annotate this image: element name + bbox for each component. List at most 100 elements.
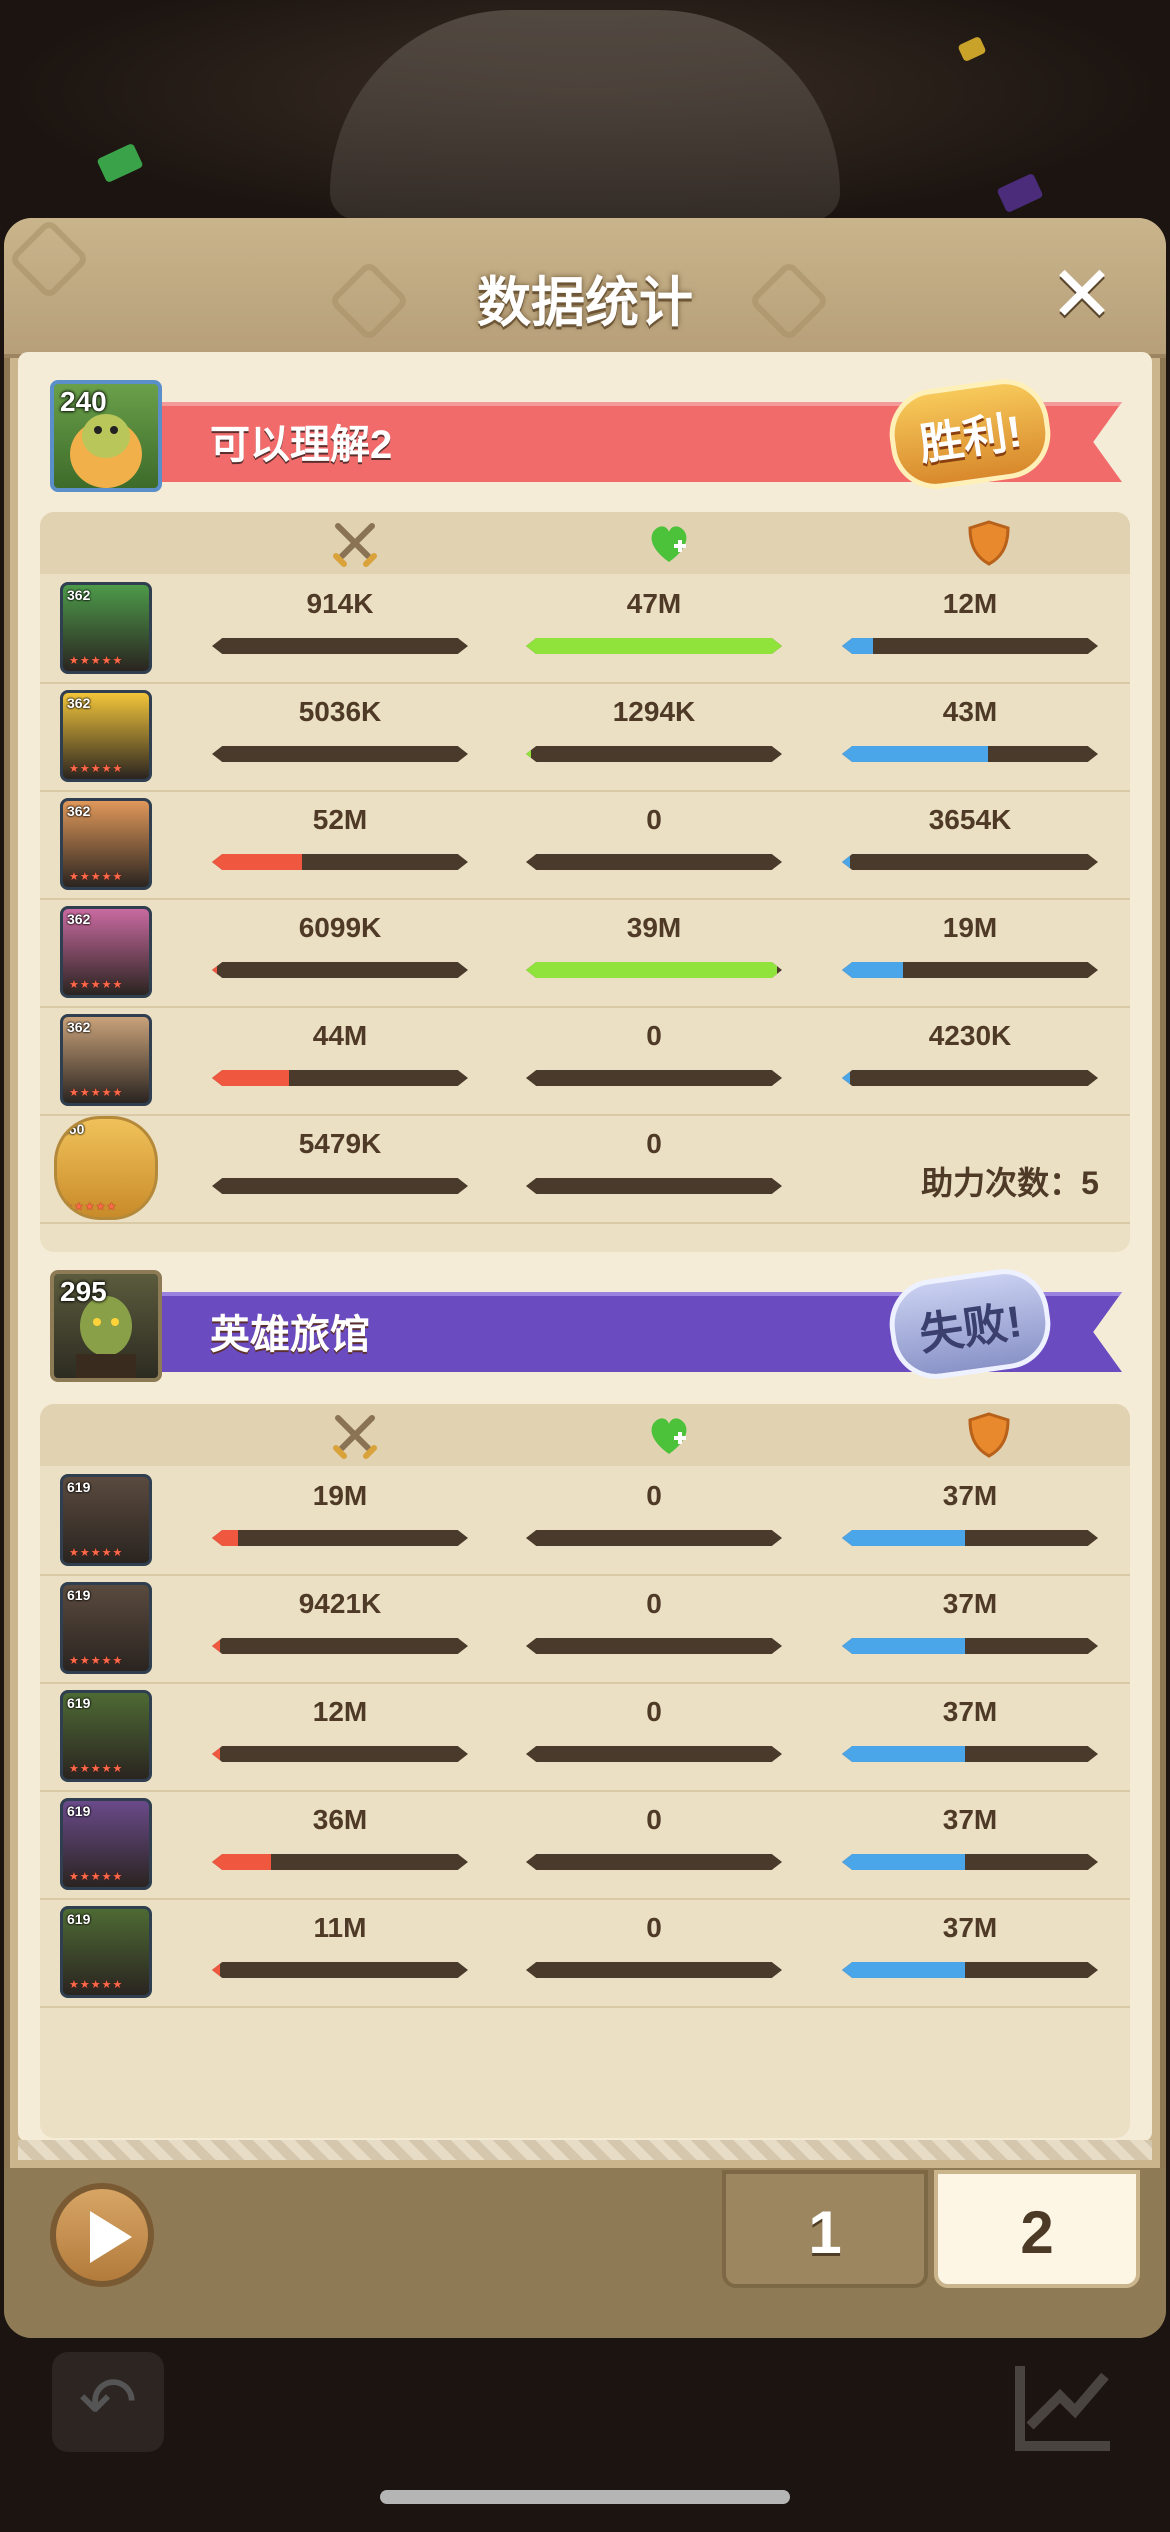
heal-value: 0	[646, 1128, 662, 1159]
tank-bar-fill	[842, 854, 850, 870]
heal-value: 1294K	[612, 696, 696, 727]
damage-value: 5036K	[298, 696, 382, 727]
damage-bar	[212, 1746, 468, 1762]
tank-bar-fill	[842, 638, 873, 654]
hero-row: 619 ★★★★★ 12M 0 37M	[40, 1682, 1130, 1792]
tank-bar-fill	[842, 746, 988, 762]
hero-level: 362	[67, 911, 91, 927]
hero-row: 362 ★★★★★ 914K 47M 12M	[40, 574, 1130, 684]
back-arrow-icon[interactable]: ↶	[52, 2352, 164, 2452]
team1-avatar[interactable]: 240	[50, 380, 162, 492]
tank-value: 4230K	[928, 1020, 1012, 1051]
tank-bar	[842, 1070, 1098, 1086]
hero-level: 619	[67, 1803, 91, 1819]
damage-bar-fill	[212, 1638, 220, 1654]
heal-value: 0	[646, 804, 662, 835]
heal-value: 0	[646, 1480, 662, 1511]
team1-banner: 240 可以理解2 胜利!	[50, 373, 1130, 496]
heal-value: 0	[646, 1804, 662, 1835]
damage-bar	[212, 1070, 468, 1086]
damage-value: 6099K	[298, 912, 382, 943]
heal-bar	[526, 854, 782, 870]
heal-value: 0	[646, 1696, 662, 1727]
tank-value: 37M	[942, 1696, 998, 1727]
hero-portrait[interactable]: 619 ★★★★★	[60, 1798, 152, 1890]
pet-portrait[interactable]: 360 ★★★★★	[54, 1116, 158, 1220]
damage-bar	[212, 638, 468, 654]
team2-stats: 619 ★★★★★ 19M 0 37M 619 ★★★★★ 9421K 0 37M 619 ★★★★★…	[40, 1404, 1130, 2138]
tank-bar-fill	[842, 1962, 965, 1978]
star-rating-icon: ★★★★★	[69, 763, 124, 775]
page-tab-1[interactable]: 1	[722, 2170, 928, 2288]
hero-row: 362 ★★★★★ 52M 0 3654K	[40, 790, 1130, 900]
team2-level: 295	[60, 1276, 107, 1307]
hero-row: 619 ★★★★★ 36M 0 37M	[40, 1790, 1130, 1900]
star-rating-icon: ★★★★★	[69, 1763, 124, 1775]
hero-row: 362 ★★★★★ 5036K 1294K 43M	[40, 682, 1130, 792]
assist-count: 助力次数：5	[921, 1165, 1099, 1201]
hero-level: 362	[67, 587, 91, 603]
star-rating-icon: ★★★★★	[69, 871, 124, 883]
damage-bar	[212, 1530, 468, 1546]
damage-bar	[212, 962, 468, 978]
hero-portrait[interactable]: 362 ★★★★★	[60, 582, 152, 674]
damage-bar-fill	[212, 962, 218, 978]
hero-row: 619 ★★★★★ 11M 0 37M	[40, 1898, 1130, 2008]
hero-portrait[interactable]: 362 ★★★★★	[60, 906, 152, 998]
team1-stats: 362 ★★★★★ 914K 47M 12M 362 ★★★★★ 5036K 1294K 43M 3…	[40, 512, 1130, 1252]
heal-bar	[526, 1638, 782, 1654]
trend-chart-icon[interactable]	[1010, 2346, 1120, 2456]
hero-level: 619	[67, 1587, 91, 1603]
heal-bar	[526, 1530, 782, 1546]
team2-banner: 295 英雄旅馆 失败!	[50, 1263, 1130, 1386]
hero-portrait[interactable]: 362 ★★★★★	[60, 690, 152, 782]
hero-row: 362 ★★★★★ 6099K 39M 19M	[40, 898, 1130, 1008]
tank-bar	[842, 962, 1098, 978]
heal-bar	[526, 962, 782, 978]
tank-value: 12M	[942, 588, 998, 619]
tank-value: 37M	[942, 1912, 998, 1943]
hero-portrait[interactable]: 619 ★★★★★	[60, 1582, 152, 1674]
hero-portrait[interactable]: 619 ★★★★★	[60, 1690, 152, 1782]
hero-level: 619	[67, 1479, 91, 1495]
tank-value: 37M	[942, 1804, 998, 1835]
tank-bar	[842, 1746, 1098, 1762]
hero-level: 619	[67, 1911, 91, 1927]
star-rating-icon: ★★★★★	[69, 1655, 124, 1667]
hero-level: 362	[67, 695, 91, 711]
tank-value: 37M	[942, 1480, 998, 1511]
close-icon[interactable]: ✕	[1046, 255, 1118, 333]
hero-portrait[interactable]: 362 ★★★★★	[60, 798, 152, 890]
heal-value: 0	[646, 1912, 662, 1943]
heal-bar-fill	[526, 746, 532, 762]
team1-level: 240	[60, 386, 107, 417]
heal-value: 47M	[626, 588, 682, 619]
heart-plus-icon	[651, 526, 687, 562]
tank-bar	[842, 746, 1098, 762]
play-icon[interactable]	[50, 2183, 154, 2287]
damage-value: 19M	[312, 1480, 368, 1511]
damage-bar-fill	[212, 1746, 220, 1762]
damage-bar	[212, 1962, 468, 1978]
damage-value: 12M	[312, 1696, 368, 1727]
shield-icon	[968, 520, 1010, 566]
hero-portrait[interactable]: 619 ★★★★★	[60, 1474, 152, 1566]
tank-bar-fill	[842, 1638, 965, 1654]
damage-value: 5479K	[298, 1128, 382, 1159]
tank-bar-fill	[842, 1070, 850, 1086]
page-tab-2[interactable]: 2	[934, 2170, 1140, 2288]
damage-value: 36M	[312, 1804, 368, 1835]
crossed-swords-icon	[333, 1415, 377, 1459]
heal-bar	[526, 638, 782, 654]
heal-bar-fill	[526, 638, 782, 654]
tank-bar	[842, 1638, 1098, 1654]
tank-bar-fill	[842, 1854, 965, 1870]
team2-name: 英雄旅馆	[210, 1313, 370, 1357]
hero-portrait[interactable]: 362 ★★★★★	[60, 1014, 152, 1106]
damage-bar-fill	[212, 854, 302, 870]
star-rating-icon: ★★★★★	[69, 655, 124, 667]
tank-bar	[842, 854, 1098, 870]
hero-portrait[interactable]: 619 ★★★★★	[60, 1906, 152, 1998]
team2-avatar[interactable]: 295	[50, 1270, 162, 1382]
heal-value: 0	[646, 1020, 662, 1051]
